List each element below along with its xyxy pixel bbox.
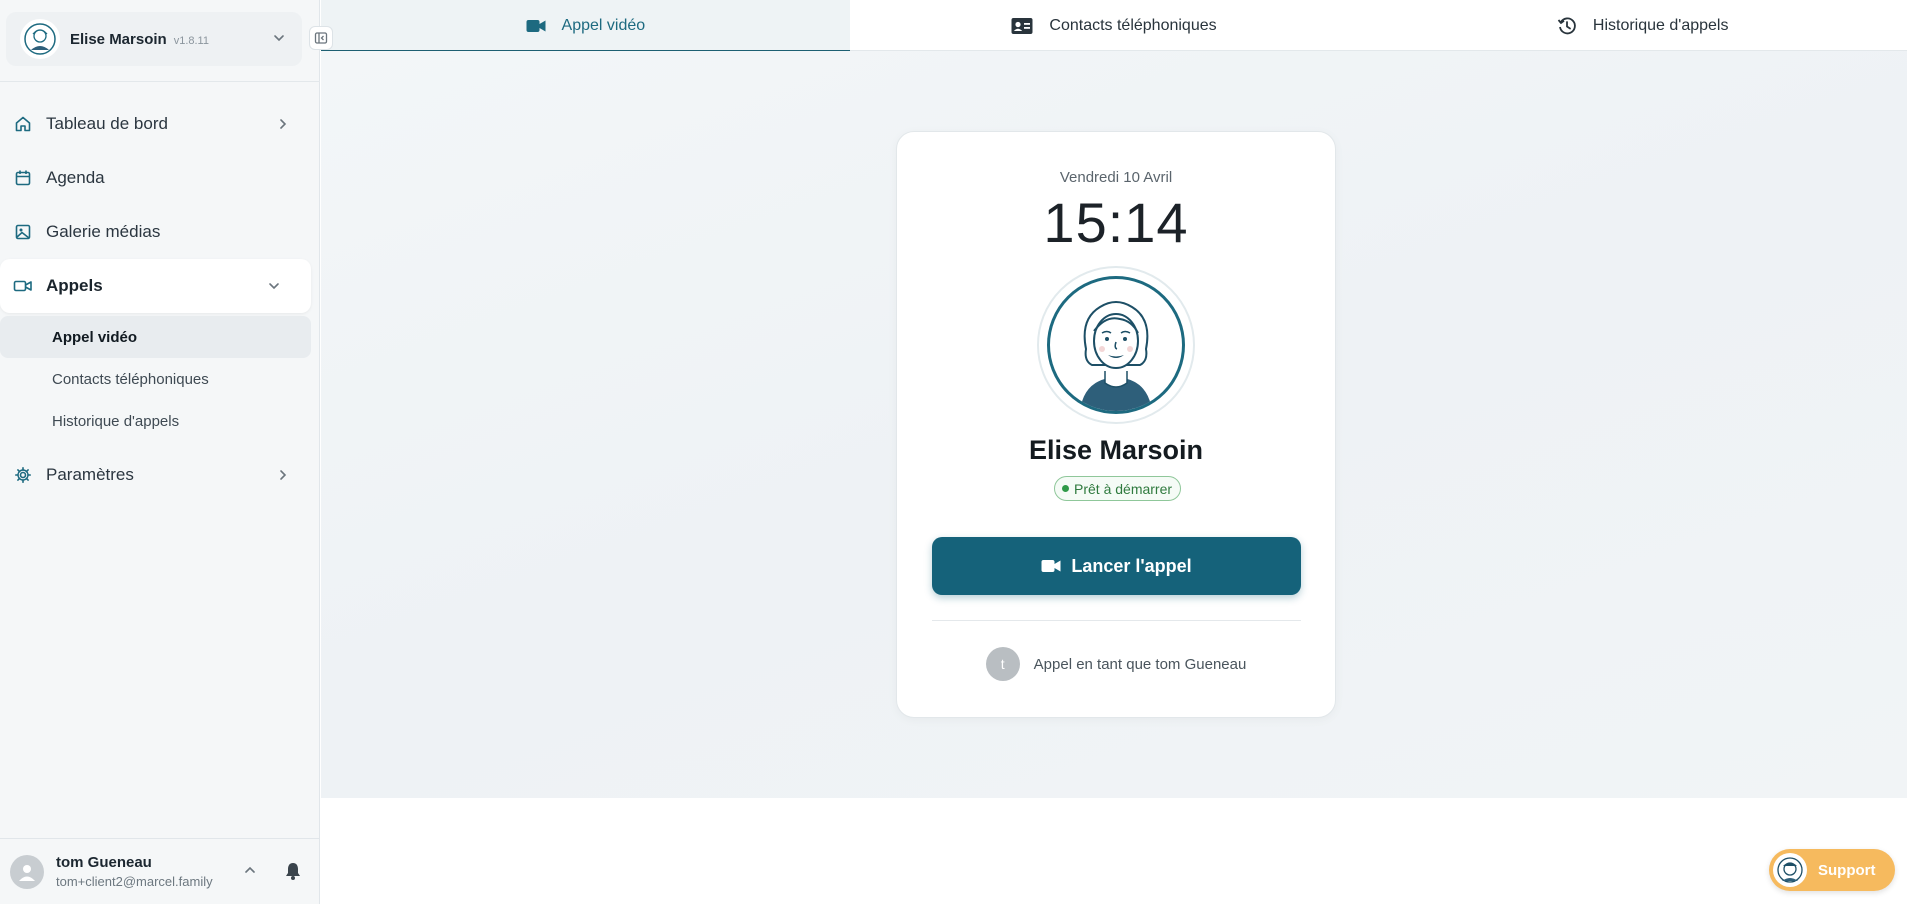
sidebar: Elise Marsoin v1.8.11 Tableau de bord Ag… [0, 0, 320, 904]
user-footer: tom Gueneau tom+client2@marcel.family [0, 838, 320, 904]
sidebar-collapse-icon [314, 32, 328, 44]
tab-phone-contacts[interactable]: Contacts téléphoniques [850, 0, 1379, 51]
main-content: Vendredi 10 Avril 15:14 Elise Marsoin Pr… [321, 51, 1907, 798]
video-icon [13, 276, 33, 296]
tab-call-history[interactable]: Historique d'appels [1378, 0, 1907, 51]
sidebar-item-label: Tableau de bord [46, 114, 168, 133]
status-dot [1062, 485, 1069, 492]
sidebar-item-label: Agenda [46, 168, 105, 187]
chevron-down-icon [272, 31, 286, 50]
profile-avatar [20, 19, 60, 59]
sidebar-subitem-phone-contacts[interactable]: Contacts téléphoniques [0, 358, 320, 400]
calendar-icon [13, 168, 33, 188]
tab-label: Contacts téléphoniques [1049, 16, 1217, 34]
sidebar-item-dashboard[interactable]: Tableau de bord [0, 97, 320, 151]
chevron-up-icon[interactable] [243, 863, 257, 882]
status-label: Prêt à démarrer [1074, 480, 1173, 497]
status-badge: Prêt à démarrer [1054, 476, 1182, 501]
bell-icon[interactable] [283, 861, 303, 886]
video-camera-icon [526, 19, 546, 33]
start-call-button[interactable]: Lancer l'appel [932, 537, 1301, 595]
profile-version: v1.8.11 [173, 34, 209, 47]
callee-name: Elise Marsoin [1028, 435, 1204, 465]
top-tabs: Appel vidéo Contacts téléphoniques Histo… [321, 0, 1907, 52]
tab-video-call[interactable]: Appel vidéo [321, 0, 850, 52]
profile-name: Elise Marsoin [70, 30, 167, 48]
sidebar-subitem-video-call[interactable]: Appel vidéo [0, 316, 311, 358]
sidebar-item-calls[interactable]: Appels [0, 259, 311, 313]
caller-avatar: t [985, 647, 1020, 681]
sidebar-item-settings[interactable]: Paramètres [0, 448, 320, 502]
caller-identity: t Appel en tant que tom Gueneau [897, 647, 1335, 681]
user-email: tom+client2@marcel.family [56, 874, 213, 889]
sidebar-subitem-call-history[interactable]: Historique d'appels [0, 400, 320, 442]
chevron-down-icon [267, 278, 281, 298]
image-icon [13, 222, 33, 242]
sidebar-divider [0, 81, 320, 82]
support-avatar-icon [1773, 853, 1807, 887]
history-icon [1557, 16, 1577, 36]
support-label: Support [1818, 861, 1876, 879]
card-divider [932, 620, 1301, 621]
sidebar-nav: Tableau de bord Agenda Galerie médias Ap… [0, 97, 320, 502]
chevron-right-icon [276, 467, 290, 487]
call-date: Vendredi 10 Avril [1059, 169, 1173, 186]
profile-switcher[interactable]: Elise Marsoin v1.8.11 [6, 12, 302, 66]
callee-avatar [1037, 266, 1195, 424]
video-camera-icon [1041, 559, 1061, 573]
user-avatar[interactable] [10, 854, 44, 889]
calls-submenu: Appel vidéo Contacts téléphoniques Histo… [0, 313, 320, 448]
caller-text: Appel en tant que tom Gueneau [1033, 655, 1247, 673]
sidebar-item-label: Galerie médias [46, 222, 161, 241]
user-name: tom Gueneau [56, 854, 152, 871]
support-button[interactable]: Support [1769, 849, 1895, 891]
sidebar-item-label: Appels [46, 276, 103, 295]
chevron-right-icon [276, 116, 290, 136]
elderly-woman-illustration [1047, 276, 1185, 414]
call-card: Vendredi 10 Avril 15:14 Elise Marsoin Pr… [896, 131, 1336, 718]
gear-icon [13, 465, 33, 485]
sidebar-collapse-button[interactable] [309, 26, 333, 50]
sidebar-item-agenda[interactable]: Agenda [0, 151, 320, 205]
tab-label: Appel vidéo [561, 16, 646, 34]
start-call-label: Lancer l'appel [1071, 555, 1192, 576]
sidebar-item-media-gallery[interactable]: Galerie médias [0, 205, 320, 259]
tab-label: Historique d'appels [1592, 16, 1729, 34]
home-icon [13, 114, 33, 134]
call-time: 15:14 [1043, 191, 1189, 254]
user-info: tom Gueneau tom+client2@marcel.family [56, 854, 213, 889]
sidebar-item-label: Paramètres [46, 465, 134, 484]
contact-card-icon [1011, 17, 1033, 35]
